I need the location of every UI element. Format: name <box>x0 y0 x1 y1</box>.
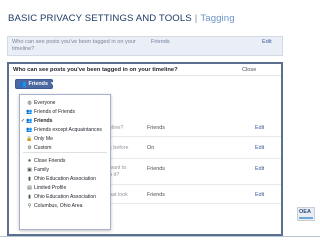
tagging-setting-row: Who can see posts you've been tagged in … <box>7 36 283 56</box>
row-edit-link[interactable]: Edit <box>255 166 264 172</box>
menu-separator <box>23 152 107 153</box>
oea-logo-bar <box>299 217 313 219</box>
row-edit-link[interactable]: Edit <box>255 192 264 198</box>
friends-icon: 👥 <box>19 81 27 88</box>
setting-value: Friends <box>151 39 170 45</box>
row-value: Friends <box>147 192 165 198</box>
row-divider <box>109 184 281 185</box>
close-link[interactable]: Close <box>242 67 256 73</box>
gear-icon: ⚙ <box>27 145 32 151</box>
friends-of-friends-icon: 👥 <box>26 109 33 115</box>
row-value: On <box>147 145 155 151</box>
row-question-fragment: want to <box>109 165 127 171</box>
menu-item[interactable]: ▤ Limited Profile <box>20 184 110 192</box>
audience-selector-label: Friends <box>28 81 48 87</box>
row-value: Friends <box>147 166 165 172</box>
slide-title: BASIC PRIVACY SETTINGS AND TOOLS | Tagging <box>8 13 235 24</box>
menu-item-label: Ohio Education Association <box>34 194 97 200</box>
row-question-fragment: s before <box>109 145 129 151</box>
slide-subtitle: Tagging <box>200 13 235 24</box>
star-icon: ★ <box>27 158 32 164</box>
row-value: Friends <box>147 125 165 131</box>
row-question-fragment: eline? <box>109 125 124 131</box>
menu-item-label: Close Friends <box>34 158 66 164</box>
family-icon: ▣ <box>27 167 32 173</box>
row-edit-link[interactable]: Edit <box>255 125 264 131</box>
oea-logo: OEA <box>297 207 315 221</box>
menu-item-label: Limited Profile <box>34 185 67 191</box>
row-divider <box>109 158 281 159</box>
dialog-title: Who can see posts you've been tagged in … <box>13 67 178 73</box>
menu-item-label: Ohio Education Association <box>34 176 97 182</box>
globe-icon: ◍ <box>27 100 32 106</box>
row-edit-link[interactable]: Edit <box>255 145 264 151</box>
list-icon: ▤ <box>27 185 32 191</box>
tagging-privacy-dialog: Who can see posts you've been tagged in … <box>7 62 283 236</box>
row-question-fragment: hat look <box>109 192 128 198</box>
menu-item-label: Family <box>34 167 49 173</box>
slide-title-main: BASIC PRIVACY SETTINGS AND TOOLS <box>8 13 192 24</box>
audience-selector-button[interactable]: 👥 Friends ▼ <box>15 79 55 89</box>
menu-item[interactable]: 👥 Friends except Acquaintances <box>20 126 110 134</box>
chevron-down-icon: ▼ <box>49 81 55 87</box>
menu-item-label: Friends <box>34 118 53 124</box>
friends-except-icon: 👥 <box>26 127 33 133</box>
menu-item-label: Friends except Acquaintances <box>34 127 102 133</box>
friends-icon: 👥 <box>26 118 33 124</box>
lock-icon: 🔒 <box>26 136 33 142</box>
menu-item-label: Everyone <box>34 100 56 106</box>
organization-icon: ▮ <box>28 194 31 200</box>
menu-item[interactable]: ★ Close Friends <box>20 157 110 165</box>
setting-question: Who can see posts you've been tagged in … <box>12 39 136 52</box>
menu-item[interactable]: 👥 Friends of Friends <box>20 108 110 116</box>
row-divider <box>109 203 281 204</box>
location-pin-icon: ⚲ <box>27 203 32 209</box>
menu-item[interactable]: ◍ Everyone <box>20 99 110 107</box>
menu-item-label: Only Me <box>34 136 53 142</box>
audience-dropdown-menu: ◍ Everyone 👥 Friends of Friends ✓ 👥 Friends 👥 Fr… <box>19 94 111 230</box>
menu-item-label: Custom <box>34 145 52 151</box>
menu-item[interactable]: ⚙ Custom <box>20 144 110 152</box>
dialog-header: Who can see posts you've been tagged in … <box>9 64 281 76</box>
setting-edit-link[interactable]: Edit <box>262 39 272 45</box>
oea-logo-text: OEA <box>299 209 311 215</box>
menu-item[interactable]: ✓ 👥 Friends <box>20 117 110 125</box>
menu-item-label: Columbus, Ohio Area <box>34 203 83 209</box>
menu-item[interactable]: ⚲ Columbus, Ohio Area <box>20 202 110 210</box>
menu-item[interactable]: ▮ Ohio Education Association <box>20 175 110 183</box>
footer-divider <box>0 236 320 237</box>
menu-item-label: Friends of Friends <box>34 109 76 115</box>
row-divider <box>109 136 281 137</box>
organization-icon: ▮ <box>28 176 31 182</box>
menu-item[interactable]: 🔒 Only Me <box>20 135 110 143</box>
menu-item[interactable]: ▣ Family <box>20 166 110 174</box>
menu-item[interactable]: ▮ Ohio Education Association <box>20 193 110 201</box>
title-separator: | <box>194 13 198 24</box>
